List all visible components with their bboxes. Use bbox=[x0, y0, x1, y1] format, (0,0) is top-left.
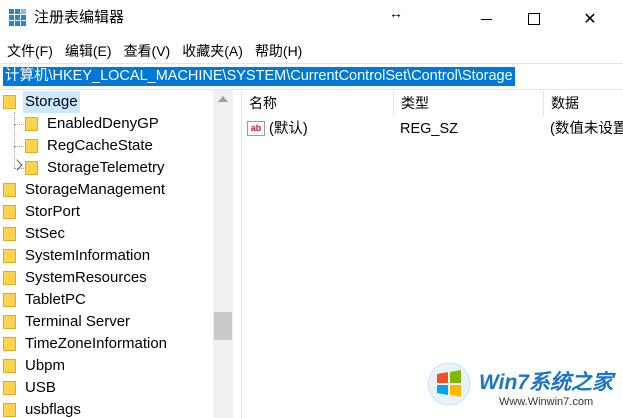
watermark: Win7系统之家 Www.Winwin7.com bbox=[425, 358, 623, 418]
folder-icon bbox=[25, 117, 38, 131]
menu-edit[interactable]: 编辑(E) bbox=[58, 40, 117, 62]
tree-item-label: TimeZoneInformation bbox=[25, 335, 168, 352]
tree-item-label: StSec bbox=[25, 225, 66, 242]
tree-item-label: TabletPC bbox=[25, 291, 86, 308]
column-header-type[interactable]: 类型 bbox=[394, 90, 544, 116]
string-value-icon: ab bbox=[247, 121, 265, 136]
minimize-icon bbox=[480, 18, 492, 20]
folder-icon bbox=[3, 205, 16, 219]
close-button[interactable]: ✕ bbox=[567, 0, 613, 38]
folder-icon bbox=[25, 139, 38, 153]
resize-arrow-icon: ↔ bbox=[389, 5, 403, 21]
menu-file[interactable]: 文件(F) bbox=[0, 40, 58, 62]
tree-item-label: SystemResources bbox=[25, 269, 147, 286]
folder-icon bbox=[3, 249, 16, 263]
tree-item-systemresources[interactable]: SystemResources bbox=[3, 267, 149, 289]
tree-item-label: StorageManagement bbox=[25, 181, 166, 198]
value-data: (数值未设置 bbox=[550, 121, 623, 137]
tree-connector bbox=[14, 146, 24, 147]
title-bar: 注册表编辑器 ↔ ✕ bbox=[0, 0, 623, 38]
tree-item-storport[interactable]: StorPort bbox=[3, 201, 82, 223]
tree-connector bbox=[14, 124, 24, 125]
folder-icon bbox=[3, 381, 16, 395]
tree-item-storage[interactable]: Storage bbox=[3, 91, 80, 113]
tree-item-label: SystemInformation bbox=[25, 247, 151, 264]
folder-icon bbox=[25, 161, 38, 175]
tree-item-label: StorageTelemetry bbox=[47, 159, 165, 176]
tree-item-enableddenygp[interactable]: EnabledDenyGP bbox=[25, 113, 161, 135]
window-title: 注册表编辑器 bbox=[34, 9, 125, 26]
folder-icon bbox=[3, 271, 16, 285]
tree-item-stsec[interactable]: StSec bbox=[3, 223, 67, 245]
folder-icon bbox=[3, 293, 16, 307]
scroll-up-arrow-icon[interactable] bbox=[218, 96, 228, 102]
tree-item-label: Ubpm bbox=[25, 357, 66, 374]
tree-item-ubpm[interactable]: Ubpm bbox=[3, 355, 67, 377]
tree-item-label: StorPort bbox=[25, 203, 81, 220]
watermark-brand: Win7系统之家 bbox=[479, 371, 613, 394]
tree-item-tabletpc[interactable]: TabletPC bbox=[3, 289, 88, 311]
folder-icon bbox=[3, 337, 16, 351]
pane-splitter[interactable] bbox=[233, 90, 242, 418]
tree-item-label: Terminal Server bbox=[25, 313, 131, 330]
tree-item-label: USB bbox=[25, 379, 56, 396]
key-tree: Storage EnabledDenyGP RegCacheState Stor… bbox=[0, 90, 233, 418]
folder-icon bbox=[3, 227, 16, 241]
maximize-button[interactable] bbox=[511, 0, 557, 38]
folder-icon bbox=[3, 183, 16, 197]
tree-item-regcachestate[interactable]: RegCacheState bbox=[25, 135, 155, 157]
watermark-url: Www.Winwin7.com bbox=[499, 396, 594, 408]
tree-item-usb[interactable]: USB bbox=[3, 377, 58, 399]
maximize-icon bbox=[528, 13, 540, 25]
scrollbar-thumb[interactable] bbox=[214, 312, 232, 340]
tree-item-label: Storage bbox=[23, 91, 80, 113]
tree-item-storagemanagement[interactable]: StorageManagement bbox=[3, 179, 167, 201]
tree-item-label: usbflags bbox=[25, 401, 81, 418]
tree-item-usbflags[interactable]: usbflags bbox=[3, 399, 83, 418]
folder-icon bbox=[3, 403, 16, 417]
registry-editor-icon bbox=[9, 9, 26, 26]
address-bar[interactable]: 计算机\HKEY_LOCAL_MACHINE\SYSTEM\CurrentCon… bbox=[0, 63, 623, 90]
minimize-button[interactable] bbox=[463, 0, 509, 38]
windows-logo-icon bbox=[427, 362, 471, 406]
tree-item-label: RegCacheState bbox=[47, 137, 153, 154]
menu-help[interactable]: 帮助(H) bbox=[248, 40, 307, 62]
tree-item-systeminformation[interactable]: SystemInformation bbox=[3, 245, 152, 267]
folder-icon bbox=[3, 315, 16, 329]
folder-icon bbox=[3, 95, 16, 109]
value-type: REG_SZ bbox=[400, 121, 459, 137]
tree-item-terminal-server[interactable]: Terminal Server bbox=[3, 311, 132, 333]
column-header-data[interactable]: 数据 bbox=[544, 90, 623, 116]
tree-item-label: EnabledDenyGP bbox=[47, 115, 159, 132]
menu-view[interactable]: 查看(V) bbox=[117, 40, 176, 62]
column-header-name[interactable]: 名称 bbox=[242, 90, 394, 116]
folder-icon bbox=[3, 359, 16, 373]
menu-bar: 文件(F) 编辑(E) 查看(V) 收藏夹(A) 帮助(H) bbox=[0, 40, 623, 62]
tree-item-timezoneinformation[interactable]: TimeZoneInformation bbox=[3, 333, 169, 355]
tree-item-storagetelemetry[interactable]: StorageTelemetry bbox=[11, 157, 167, 179]
value-name[interactable]: (默认) bbox=[269, 118, 308, 140]
menu-favorites[interactable]: 收藏夹(A) bbox=[175, 40, 248, 62]
tree-scrollbar[interactable] bbox=[213, 90, 233, 418]
address-path[interactable]: 计算机\HKEY_LOCAL_MACHINE\SYSTEM\CurrentCon… bbox=[3, 67, 515, 86]
close-icon: ✕ bbox=[583, 11, 597, 28]
